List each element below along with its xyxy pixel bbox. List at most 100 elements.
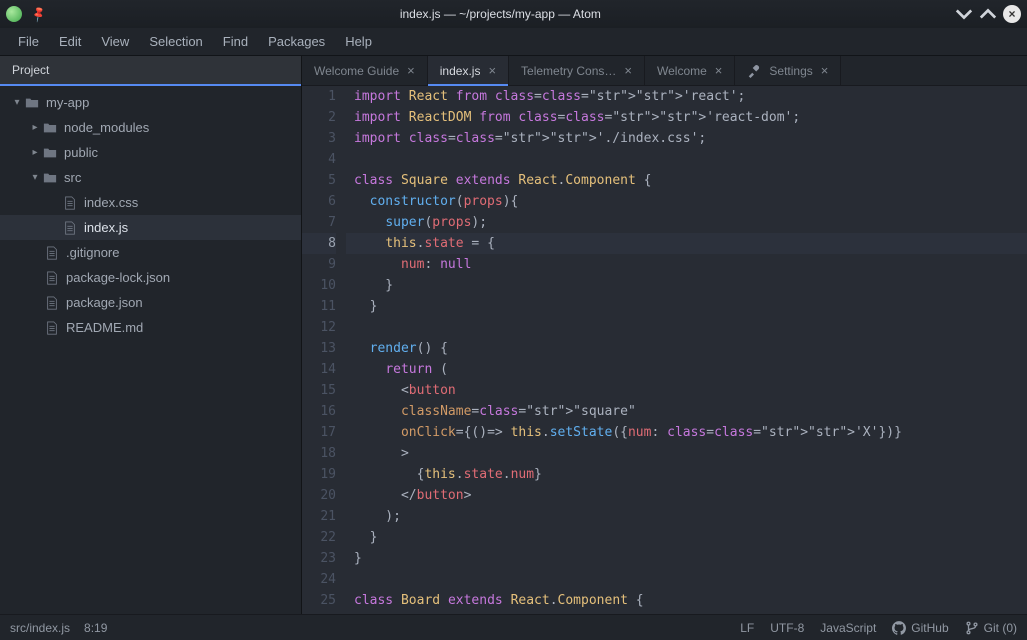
menu-bar: File Edit View Selection Find Packages H… xyxy=(0,28,1027,56)
code-line[interactable]: import React from class=class="str">"str… xyxy=(346,86,1027,107)
close-icon[interactable]: × xyxy=(715,63,723,78)
tree-item-label: README.md xyxy=(66,320,143,335)
code-line[interactable]: import ReactDOM from class=class="str">"… xyxy=(346,107,1027,128)
file-icon xyxy=(44,245,60,261)
tree-root[interactable]: ▾my-app xyxy=(0,90,301,115)
tree-folder[interactable]: ▸public xyxy=(0,140,301,165)
menu-help[interactable]: Help xyxy=(335,30,382,53)
tree-file[interactable]: package.json xyxy=(0,290,301,315)
code-line[interactable]: import class=class="str">"str">'./index.… xyxy=(346,128,1027,149)
code-line[interactable]: > xyxy=(346,443,1027,464)
status-eol[interactable]: LF xyxy=(740,621,754,635)
tab-label: Telemetry Cons… xyxy=(521,64,616,78)
line-number: 12 xyxy=(302,317,336,338)
window-maximize-icon[interactable] xyxy=(979,5,997,23)
file-icon xyxy=(44,270,60,286)
status-cursor-position[interactable]: 8:19 xyxy=(84,621,107,635)
window-minimize-icon[interactable] xyxy=(955,5,973,23)
close-icon[interactable]: × xyxy=(624,63,632,78)
line-number: 15 xyxy=(302,380,336,401)
status-github[interactable]: GitHub xyxy=(892,621,948,635)
code-line[interactable]: this.state = { xyxy=(346,233,1027,254)
code-line[interactable]: <button xyxy=(346,380,1027,401)
window-close-icon[interactable]: × xyxy=(1003,5,1021,23)
chevron-right-icon: ▸ xyxy=(28,122,42,133)
code-line[interactable]: num: null xyxy=(346,254,1027,275)
file-icon xyxy=(44,295,60,311)
tree-file[interactable]: .gitignore xyxy=(0,240,301,265)
app-icon xyxy=(6,6,22,22)
code-line[interactable]: } xyxy=(346,296,1027,317)
project-tree-header[interactable]: Project xyxy=(0,56,301,86)
status-git[interactable]: Git (0) xyxy=(965,621,1017,635)
code-line[interactable]: } xyxy=(346,548,1027,569)
code-line[interactable]: onClick={()=> this.setState({num: class=… xyxy=(346,422,1027,443)
menu-selection[interactable]: Selection xyxy=(139,30,212,53)
status-encoding[interactable]: UTF-8 xyxy=(770,621,804,635)
tab[interactable]: index.js × xyxy=(428,56,509,85)
menu-view[interactable]: View xyxy=(91,30,139,53)
code-line[interactable]: className=class="str">"square" xyxy=(346,401,1027,422)
code-line[interactable]: super(props); xyxy=(346,212,1027,233)
code-line[interactable] xyxy=(346,149,1027,170)
chevron-down-icon: ▾ xyxy=(10,97,24,108)
line-number: 21 xyxy=(302,506,336,527)
menu-edit[interactable]: Edit xyxy=(49,30,91,53)
code-line[interactable]: } xyxy=(346,527,1027,548)
tree-item-label: package.json xyxy=(66,295,143,310)
tabs-row: Welcome Guide×index.js×Telemetry Cons…×W… xyxy=(302,56,1027,86)
code-line[interactable]: constructor(props){ xyxy=(346,191,1027,212)
menu-packages[interactable]: Packages xyxy=(258,30,335,53)
tab-label: Settings xyxy=(769,64,812,78)
tree-item-label: .gitignore xyxy=(66,245,119,260)
menu-file[interactable]: File xyxy=(8,30,49,53)
tree-file[interactable]: package-lock.json xyxy=(0,265,301,290)
tree-item-label: node_modules xyxy=(64,120,149,135)
file-icon xyxy=(62,220,78,236)
tab[interactable]: Settings × xyxy=(735,56,841,85)
status-grammar[interactable]: JavaScript xyxy=(820,621,876,635)
line-number: 13 xyxy=(302,338,336,359)
tree-file[interactable]: index.js xyxy=(0,215,301,240)
code-line[interactable]: } xyxy=(346,275,1027,296)
tree-folder[interactable]: ▾src xyxy=(0,165,301,190)
folder-icon xyxy=(42,120,58,136)
code-line[interactable]: class Square extends React.Component { xyxy=(346,170,1027,191)
line-number: 14 xyxy=(302,359,336,380)
code-line[interactable] xyxy=(346,569,1027,590)
close-icon[interactable]: × xyxy=(821,63,829,78)
line-number: 3 xyxy=(302,128,336,149)
code-line[interactable]: {this.state.num} xyxy=(346,464,1027,485)
tab[interactable]: Welcome × xyxy=(645,56,735,85)
menu-find[interactable]: Find xyxy=(213,30,258,53)
tree-file[interactable]: index.css xyxy=(0,190,301,215)
line-number: 22 xyxy=(302,527,336,548)
close-icon[interactable]: × xyxy=(407,63,415,78)
code-line[interactable]: render() { xyxy=(346,338,1027,359)
tree-file[interactable]: README.md xyxy=(0,315,301,340)
status-git-label: Git (0) xyxy=(984,621,1017,635)
code-line[interactable]: </button> xyxy=(346,485,1027,506)
git-branch-icon xyxy=(965,621,979,635)
code-line[interactable]: class Board extends React.Component { xyxy=(346,590,1027,611)
line-number: 23 xyxy=(302,548,336,569)
code-editor[interactable]: 1234567891011121314151617181920212223242… xyxy=(302,86,1027,614)
code-line[interactable]: return ( xyxy=(346,359,1027,380)
code-line[interactable] xyxy=(346,317,1027,338)
tab[interactable]: Telemetry Cons… × xyxy=(509,56,645,85)
tools-icon xyxy=(747,64,761,78)
project-tree-body[interactable]: ▾my-app ▸ node_modules ▸public▾srcindex.css… xyxy=(0,86,301,614)
tab-label: Welcome xyxy=(657,64,707,78)
tree-folder[interactable]: ▸ node_modules xyxy=(0,115,301,140)
file-icon xyxy=(44,320,60,336)
line-number: 8 xyxy=(302,233,336,254)
code-lines[interactable]: import React from class=class="str">"str… xyxy=(346,86,1027,614)
tab[interactable]: Welcome Guide× xyxy=(302,56,428,85)
line-number: 5 xyxy=(302,170,336,191)
close-icon[interactable]: × xyxy=(488,63,496,78)
editor-area: Welcome Guide×index.js×Telemetry Cons…×W… xyxy=(302,56,1027,614)
tab-label: index.js xyxy=(440,64,481,78)
folder-icon xyxy=(42,170,58,186)
code-line[interactable]: ); xyxy=(346,506,1027,527)
status-file-path[interactable]: src/index.js xyxy=(10,621,70,635)
